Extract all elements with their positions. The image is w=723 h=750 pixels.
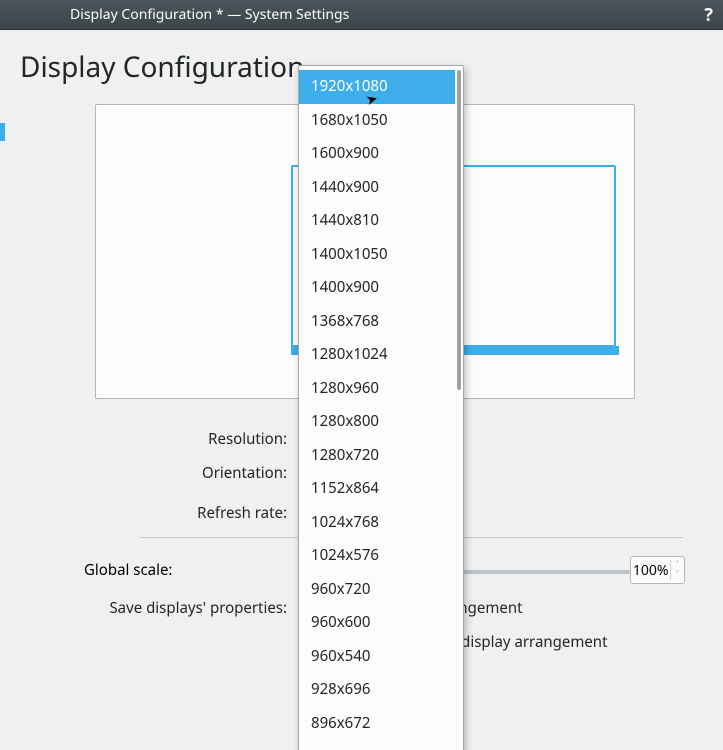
chevron-down-icon[interactable]: ˅	[671, 570, 684, 580]
scrollbar-thumb[interactable]	[457, 70, 461, 390]
resolution-option[interactable]: 1024x576	[299, 539, 455, 573]
resolution-option[interactable]: 1368x768	[299, 305, 455, 339]
resolution-option[interactable]: 960x720	[299, 573, 455, 607]
resolution-option[interactable]: 1400x1050	[299, 238, 455, 272]
resolution-option[interactable]: 864x486	[299, 740, 455, 750]
global-scale-label: Global scale:	[40, 560, 180, 580]
resolution-option[interactable]: 1280x720	[299, 439, 455, 473]
resolution-option[interactable]: 1440x810	[299, 204, 455, 238]
resolution-option[interactable]: 1440x900	[299, 171, 455, 205]
resolution-option[interactable]: 1400x900	[299, 271, 455, 305]
resolution-option[interactable]: 896x672	[299, 707, 455, 741]
orientation-label: Orientation:	[40, 463, 295, 483]
resolution-option[interactable]: 960x540	[299, 640, 455, 674]
dropdown-scrollbar[interactable]	[455, 66, 463, 750]
spin-buttons[interactable]: ˄ ˅	[670, 560, 684, 580]
titlebar: Display Configuration * — System Setting…	[0, 0, 723, 30]
resolution-option[interactable]: 1280x960	[299, 372, 455, 406]
accent-bar	[0, 123, 5, 141]
resolution-option[interactable]: 1024x768	[299, 506, 455, 540]
window-title: Display Configuration * — System Setting…	[10, 5, 704, 24]
global-scale-value: 100%	[631, 561, 670, 580]
resolution-option-list: 1920x10801680x10501600x9001440x9001440x8…	[299, 66, 455, 750]
resolution-dropdown-popup[interactable]: 1920x10801680x10501600x9001440x9001440x8…	[298, 65, 464, 750]
refresh-rate-label: Refresh rate:	[40, 503, 295, 523]
save-properties-label: Save displays' properties:	[40, 598, 295, 618]
resolution-option[interactable]: 1152x864	[299, 472, 455, 506]
resolution-option[interactable]: 928x696	[299, 673, 455, 707]
help-icon[interactable]: ?	[704, 3, 713, 27]
resolution-label: Resolution:	[40, 429, 295, 449]
resolution-option[interactable]: 1680x1050	[299, 104, 455, 138]
resolution-option[interactable]: 960x600	[299, 606, 455, 640]
resolution-option[interactable]: 1280x800	[299, 405, 455, 439]
content-area: Display Configuration Resolution: Orient…	[0, 30, 723, 750]
resolution-option[interactable]: 1920x1080	[299, 70, 455, 104]
resolution-option[interactable]: 1600x900	[299, 137, 455, 171]
resolution-option[interactable]: 1280x1024	[299, 338, 455, 372]
global-scale-spinbox[interactable]: 100% ˄ ˅	[630, 556, 685, 584]
